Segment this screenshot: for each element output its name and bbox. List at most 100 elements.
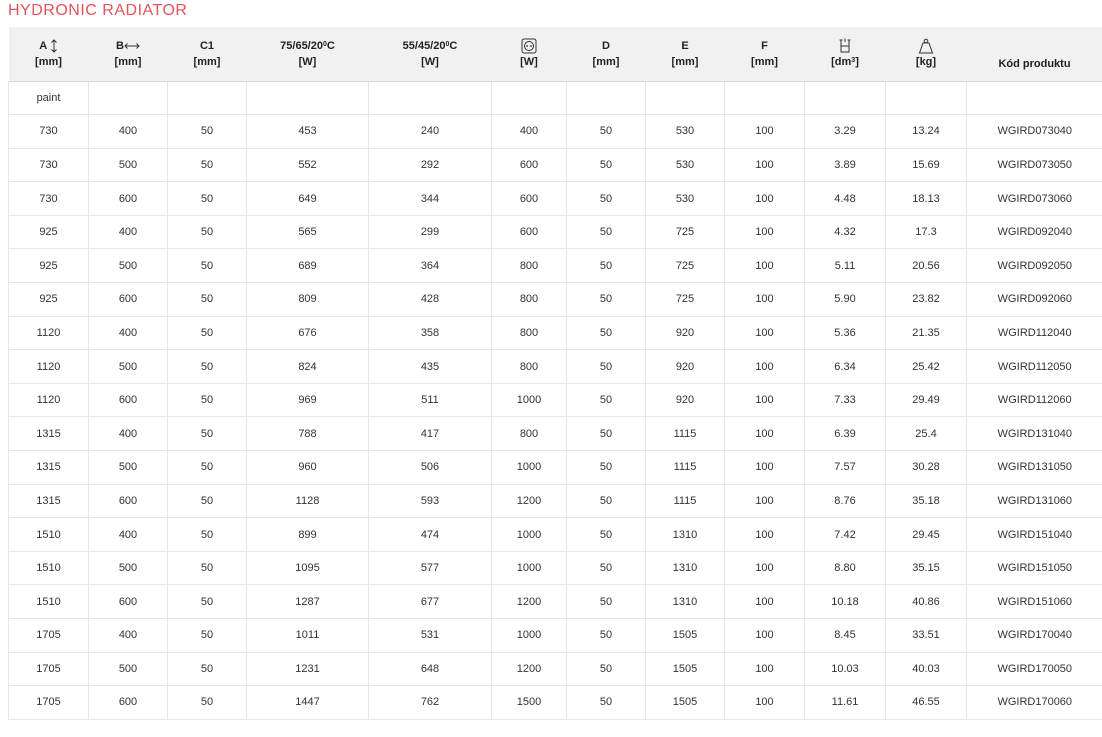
cell-volume: 5.90	[804, 282, 886, 317]
cell-power-75: 788	[246, 416, 369, 452]
cell-d: 50	[566, 148, 646, 183]
col-electric-unit: [W]	[520, 55, 538, 68]
table-row: 1510 500 50 1095 577 1000 50 1310 100 8.80 35.15 WG…	[8, 551, 1102, 586]
cell-e: 1505	[645, 652, 725, 687]
cell-d: 50	[566, 551, 646, 586]
table-row: 1315 600 50 1128 593 1200 50 1115 100 8.76 35.18 WG…	[8, 484, 1102, 519]
cell-weight: 23.82	[885, 282, 967, 317]
col-d-unit: [mm]	[592, 55, 620, 68]
cell-weight	[885, 81, 967, 116]
col-code-label: Kód produktu	[998, 57, 1071, 70]
cell-electric: 800	[491, 248, 567, 284]
cell-electric: 1200	[491, 652, 567, 687]
table-row: 1705 400 50 1011 531 1000 50 1505 100 8.45 33.51 WG…	[8, 618, 1102, 653]
cell-b: 400	[88, 618, 168, 653]
cell-c1: 50	[167, 652, 247, 687]
cell-b: 400	[88, 517, 168, 552]
cell-volume: 8.80	[804, 551, 886, 586]
col-a-unit: [mm]	[35, 55, 62, 68]
cell-e: 1310	[645, 584, 725, 619]
cell-product-code: WGIRD131040	[966, 416, 1102, 452]
cell-electric: 600	[491, 148, 567, 183]
table-row: 1315 400 50 788 417 800 50 1115 100 6.39 25.4 WGIRD…	[8, 416, 1102, 452]
cell-power-75: 824	[246, 349, 369, 384]
cell-weight: 33.51	[885, 618, 967, 653]
col-75-c: C	[326, 39, 335, 52]
cell-c1: 50	[167, 416, 247, 452]
cell-c1: 50	[167, 248, 247, 284]
cell-product-code: WGIRD170050	[966, 652, 1102, 687]
cell-c1: 50	[167, 618, 247, 653]
cell-f: 100	[724, 450, 805, 485]
cell-c1: 50	[167, 383, 247, 418]
cell-f: 100	[724, 349, 805, 384]
cell-power-55: 762	[368, 685, 492, 720]
cell-e: 1310	[645, 517, 725, 552]
cell-b: 500	[88, 652, 168, 687]
cell-product-code: WGIRD151050	[966, 551, 1102, 586]
cell-electric: 1500	[491, 685, 567, 720]
cell-a: 730	[8, 148, 89, 183]
cell-volume: 7.57	[804, 450, 886, 485]
cell-b: 600	[88, 181, 168, 216]
cell-e: 1115	[645, 416, 725, 452]
cell-power-55: 292	[368, 148, 492, 183]
cell-electric: 800	[491, 349, 567, 384]
cell-e: 1115	[645, 484, 725, 519]
col-header-power-75: 75/65/200C [W]	[246, 27, 369, 82]
cell-power-75: 969	[246, 383, 369, 418]
water-volume-icon	[839, 38, 851, 53]
col-b-unit: [mm]	[114, 55, 142, 68]
cell-a: 1315	[8, 450, 89, 485]
cell-c1: 50	[167, 551, 247, 586]
cell-product-code: WGIRD131050	[966, 450, 1102, 485]
cell-e: 1505	[645, 685, 725, 720]
col-c1-unit: [mm]	[193, 55, 221, 68]
cell-a: 1705	[8, 618, 89, 653]
cell-a: 1120	[8, 349, 89, 384]
cell-power-75: 676	[246, 316, 369, 351]
cell-b: 600	[88, 685, 168, 720]
cell-f: 100	[724, 148, 805, 183]
cell-a: 1510	[8, 551, 89, 586]
col-header-e: E [mm]	[645, 27, 725, 82]
cell-f: 100	[724, 282, 805, 317]
cell-a: paint	[8, 81, 89, 116]
cell-f: 100	[724, 584, 805, 619]
col-volume-unit-pre: [dm	[831, 55, 852, 68]
col-e-label: E	[681, 39, 689, 52]
cell-power-55: 474	[368, 517, 492, 552]
table-row: 925 400 50 565 299 600 50 725 100 4.32 17.3 WGIRD09…	[8, 215, 1102, 250]
cell-volume: 4.48	[804, 181, 886, 216]
cell-volume: 10.18	[804, 584, 886, 619]
cell-power-75: 899	[246, 517, 369, 552]
cell-product-code: WGIRD170040	[966, 618, 1102, 653]
col-volume-unit-sup: 3	[851, 56, 856, 64]
cell-d: 50	[566, 450, 646, 485]
cell-power-55: 344	[368, 181, 492, 216]
cell-volume: 8.76	[804, 484, 886, 519]
cell-power-55	[368, 81, 492, 116]
cell-b: 500	[88, 248, 168, 284]
cell-power-75: 689	[246, 248, 369, 284]
radiator-spec-table: A [mm] B [mm] C1 [mm] 75/65/200C [W] 55/…	[8, 27, 1102, 720]
cell-c1: 50	[167, 349, 247, 384]
cell-d: 50	[566, 517, 646, 552]
col-header-electric: [W]	[491, 27, 567, 82]
cell-product-code: WGIRD092050	[966, 248, 1102, 284]
cell-product-code: WGIRD112040	[966, 316, 1102, 351]
cell-volume	[804, 81, 886, 116]
cell-f: 100	[724, 248, 805, 284]
cell-d: 50	[566, 248, 646, 284]
cell-power-55: 364	[368, 248, 492, 284]
cell-power-75	[246, 81, 369, 116]
cell-electric: 600	[491, 215, 567, 250]
col-75-deg: 0	[322, 40, 327, 48]
col-header-f: F [mm]	[724, 27, 805, 82]
cell-electric: 800	[491, 416, 567, 452]
cell-weight: 29.49	[885, 383, 967, 418]
cell-weight: 15.69	[885, 148, 967, 183]
table-row: 1510 600 50 1287 677 1200 50 1310 100 10.18 40.86 W…	[8, 584, 1102, 619]
cell-electric: 600	[491, 181, 567, 216]
cell-weight: 18.13	[885, 181, 967, 216]
